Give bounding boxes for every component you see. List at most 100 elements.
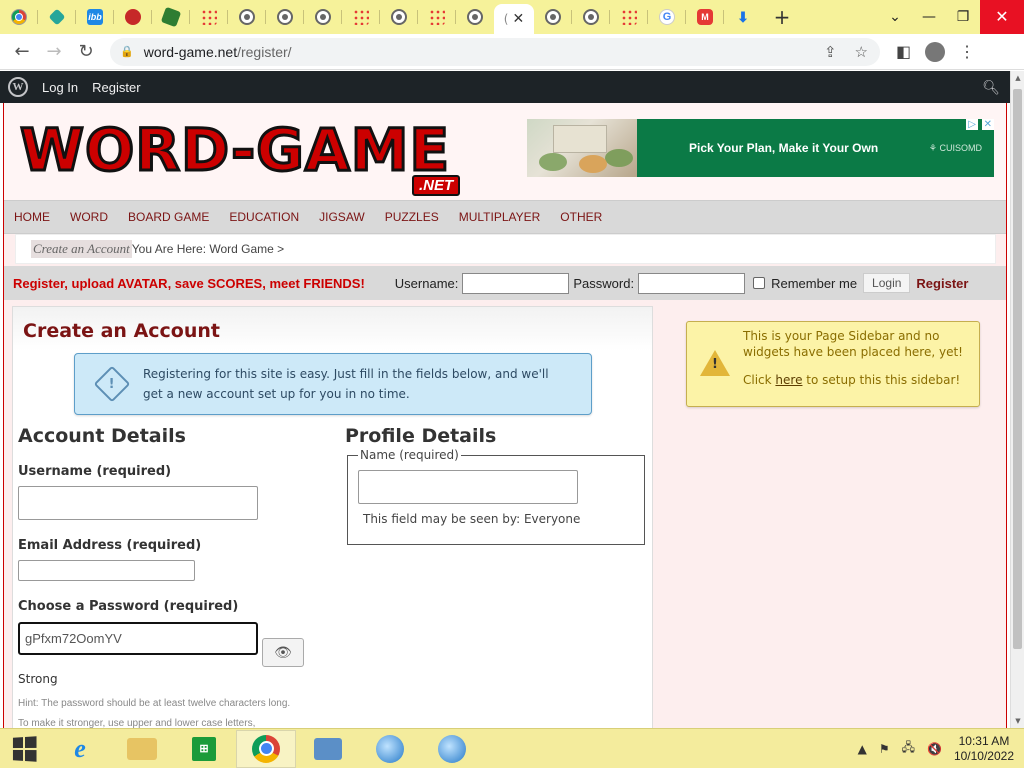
nav-other[interactable]: OTHER — [560, 210, 602, 224]
tab-16[interactable] — [572, 0, 610, 34]
globe-icon — [467, 9, 483, 25]
taskbar-chrome[interactable] — [236, 729, 296, 768]
url-bar[interactable]: 🔒 word-game.net/register/ ⇪ ☆ — [110, 37, 880, 66]
page-scrollbar[interactable]: ▲ ▼ — [1010, 71, 1024, 728]
nav-home[interactable]: HOME — [14, 210, 50, 224]
tab-17[interactable] — [610, 0, 648, 34]
m-favicon-icon: M — [697, 9, 713, 25]
tab-12[interactable] — [418, 0, 456, 34]
reload-icon[interactable]: ↻ — [70, 41, 102, 62]
tab-1[interactable] — [0, 0, 38, 34]
scroll-up-icon[interactable]: ▲ — [1011, 71, 1024, 85]
close-window-icon[interactable]: ✕ — [980, 0, 1024, 34]
taskbar-app-1[interactable] — [360, 730, 420, 768]
sidebar-setup-prefix: Click — [743, 373, 776, 387]
clock[interactable]: 10:31 AM 10/10/2022 — [954, 734, 1014, 764]
flag-icon[interactable]: ⚑ — [879, 742, 890, 756]
remember-checkbox[interactable] — [753, 277, 766, 289]
nav-education[interactable]: EDUCATION — [229, 210, 299, 224]
internet-explorer-icon: e — [74, 733, 86, 763]
breadcrumb-trail[interactable]: You Are Here: Word Game > — [132, 242, 284, 256]
network-app-icon — [314, 737, 342, 760]
wp-register-link[interactable]: Register — [92, 80, 140, 95]
username-input[interactable] — [18, 486, 258, 520]
ad-close-icon[interactable]: ✕ — [981, 119, 994, 130]
register-link[interactable]: Register — [916, 276, 968, 291]
adchoices-icon[interactable]: ▷ — [966, 119, 978, 130]
scroll-down-icon[interactable]: ▼ — [1011, 714, 1024, 728]
taskbar-explorer[interactable] — [112, 730, 172, 768]
share-icon[interactable]: ⇪ — [824, 43, 837, 61]
tab-10[interactable] — [342, 0, 380, 34]
wp-login-link[interactable]: Log In — [42, 80, 78, 95]
tab-close-icon[interactable]: ✕ — [512, 11, 524, 27]
taskbar-app-2[interactable] — [422, 730, 482, 768]
tab-search-icon[interactable]: ⌄ — [878, 9, 912, 25]
tab-6[interactable] — [190, 0, 228, 34]
globe-icon — [545, 9, 561, 25]
breadcrumb-current: Create an Account — [31, 240, 132, 258]
ad-banner[interactable]: Pick Your Plan, Make it Your Own ⚘ CUISO… — [527, 119, 994, 177]
lock-icon: 🔒 — [120, 46, 134, 58]
nav-word[interactable]: WORD — [70, 210, 108, 224]
tab-8[interactable] — [266, 0, 304, 34]
nav-puzzles[interactable]: PUZZLES — [385, 210, 439, 224]
tab-4[interactable] — [114, 0, 152, 34]
taskbar-ie[interactable]: e — [50, 730, 110, 768]
scrollbar-thumb[interactable] — [1013, 89, 1022, 649]
login-username-input[interactable] — [462, 272, 570, 294]
tab-19[interactable]: M — [686, 0, 724, 34]
warning-icon: ! — [700, 350, 730, 376]
browser-tab-bar: ibb (✕ G M ⬇ + ⌄ — ❐ ✕ — [0, 0, 1024, 34]
sidebar-setup-link[interactable]: here — [775, 373, 802, 387]
tab-18[interactable]: G — [648, 0, 686, 34]
tray-expand-icon[interactable]: ▲ — [858, 742, 867, 756]
tab-active[interactable]: (✕ — [494, 4, 534, 34]
password-input[interactable]: gPfxm72OomYV — [18, 622, 258, 655]
login-button[interactable]: Login — [863, 273, 911, 293]
nav-board-game[interactable]: BOARD GAME — [128, 210, 209, 224]
nav-jigsaw[interactable]: JIGSAW — [319, 210, 365, 224]
profile-details-title: Profile Details — [345, 425, 497, 447]
mushroom-favicon-icon — [125, 9, 141, 25]
restore-icon[interactable]: ❐ — [946, 9, 980, 25]
minimize-icon[interactable]: — — [912, 9, 946, 25]
tab-13[interactable] — [456, 0, 494, 34]
tab-2[interactable] — [38, 0, 76, 34]
tab-11[interactable] — [380, 0, 418, 34]
tab-15[interactable] — [534, 0, 572, 34]
side-panel-icon[interactable]: ◧ — [896, 42, 911, 61]
site-logo[interactable]: WORD-GAME — [18, 120, 450, 181]
taskbar-network[interactable] — [298, 730, 358, 768]
profile-avatar[interactable] — [925, 41, 946, 62]
tab-9[interactable] — [304, 0, 342, 34]
remember-me[interactable]: Remember me — [753, 276, 857, 291]
url-path: /register/ — [237, 43, 292, 60]
login-password-input[interactable] — [638, 272, 746, 294]
email-label: Email Address (required) — [18, 538, 202, 553]
taskbar-store[interactable]: ⊞ — [174, 730, 234, 768]
forward-icon[interactable]: → — [38, 41, 70, 62]
field-visibility[interactable]: This field may be seen by: Everyone — [363, 512, 580, 526]
wordpress-icon[interactable]: W — [8, 77, 28, 97]
tab-3[interactable]: ibb — [76, 0, 114, 34]
email-input[interactable] — [18, 560, 195, 581]
name-input[interactable] — [358, 470, 578, 504]
new-tab-button[interactable]: + — [762, 5, 802, 29]
tab-20[interactable]: ⬇ — [724, 0, 762, 34]
clock-date: 10/10/2022 — [953, 748, 1014, 763]
start-button[interactable] — [0, 729, 48, 768]
nav-multiplayer[interactable]: MULTIPLAYER — [459, 210, 541, 224]
network-icon[interactable]: 🖧 — [902, 738, 915, 759]
promo-text: Register, upload AVATAR, save SCORES, me… — [13, 275, 365, 291]
clock-time: 10:31 AM — [958, 733, 1010, 748]
bookmark-star-icon[interactable]: ☆ — [855, 43, 868, 61]
tab-5[interactable] — [152, 0, 190, 34]
back-icon[interactable]: ← — [6, 41, 38, 62]
tab-7[interactable] — [228, 0, 266, 34]
url-host: word-game.net — [143, 43, 238, 60]
menu-kebab-icon[interactable]: ⋮ — [959, 42, 975, 61]
hide-password-button[interactable]: 👁︎ — [262, 638, 304, 667]
volume-muted-icon[interactable]: 🔇 — [927, 742, 942, 756]
search-icon[interactable]: 🔍︎ — [982, 79, 1000, 96]
